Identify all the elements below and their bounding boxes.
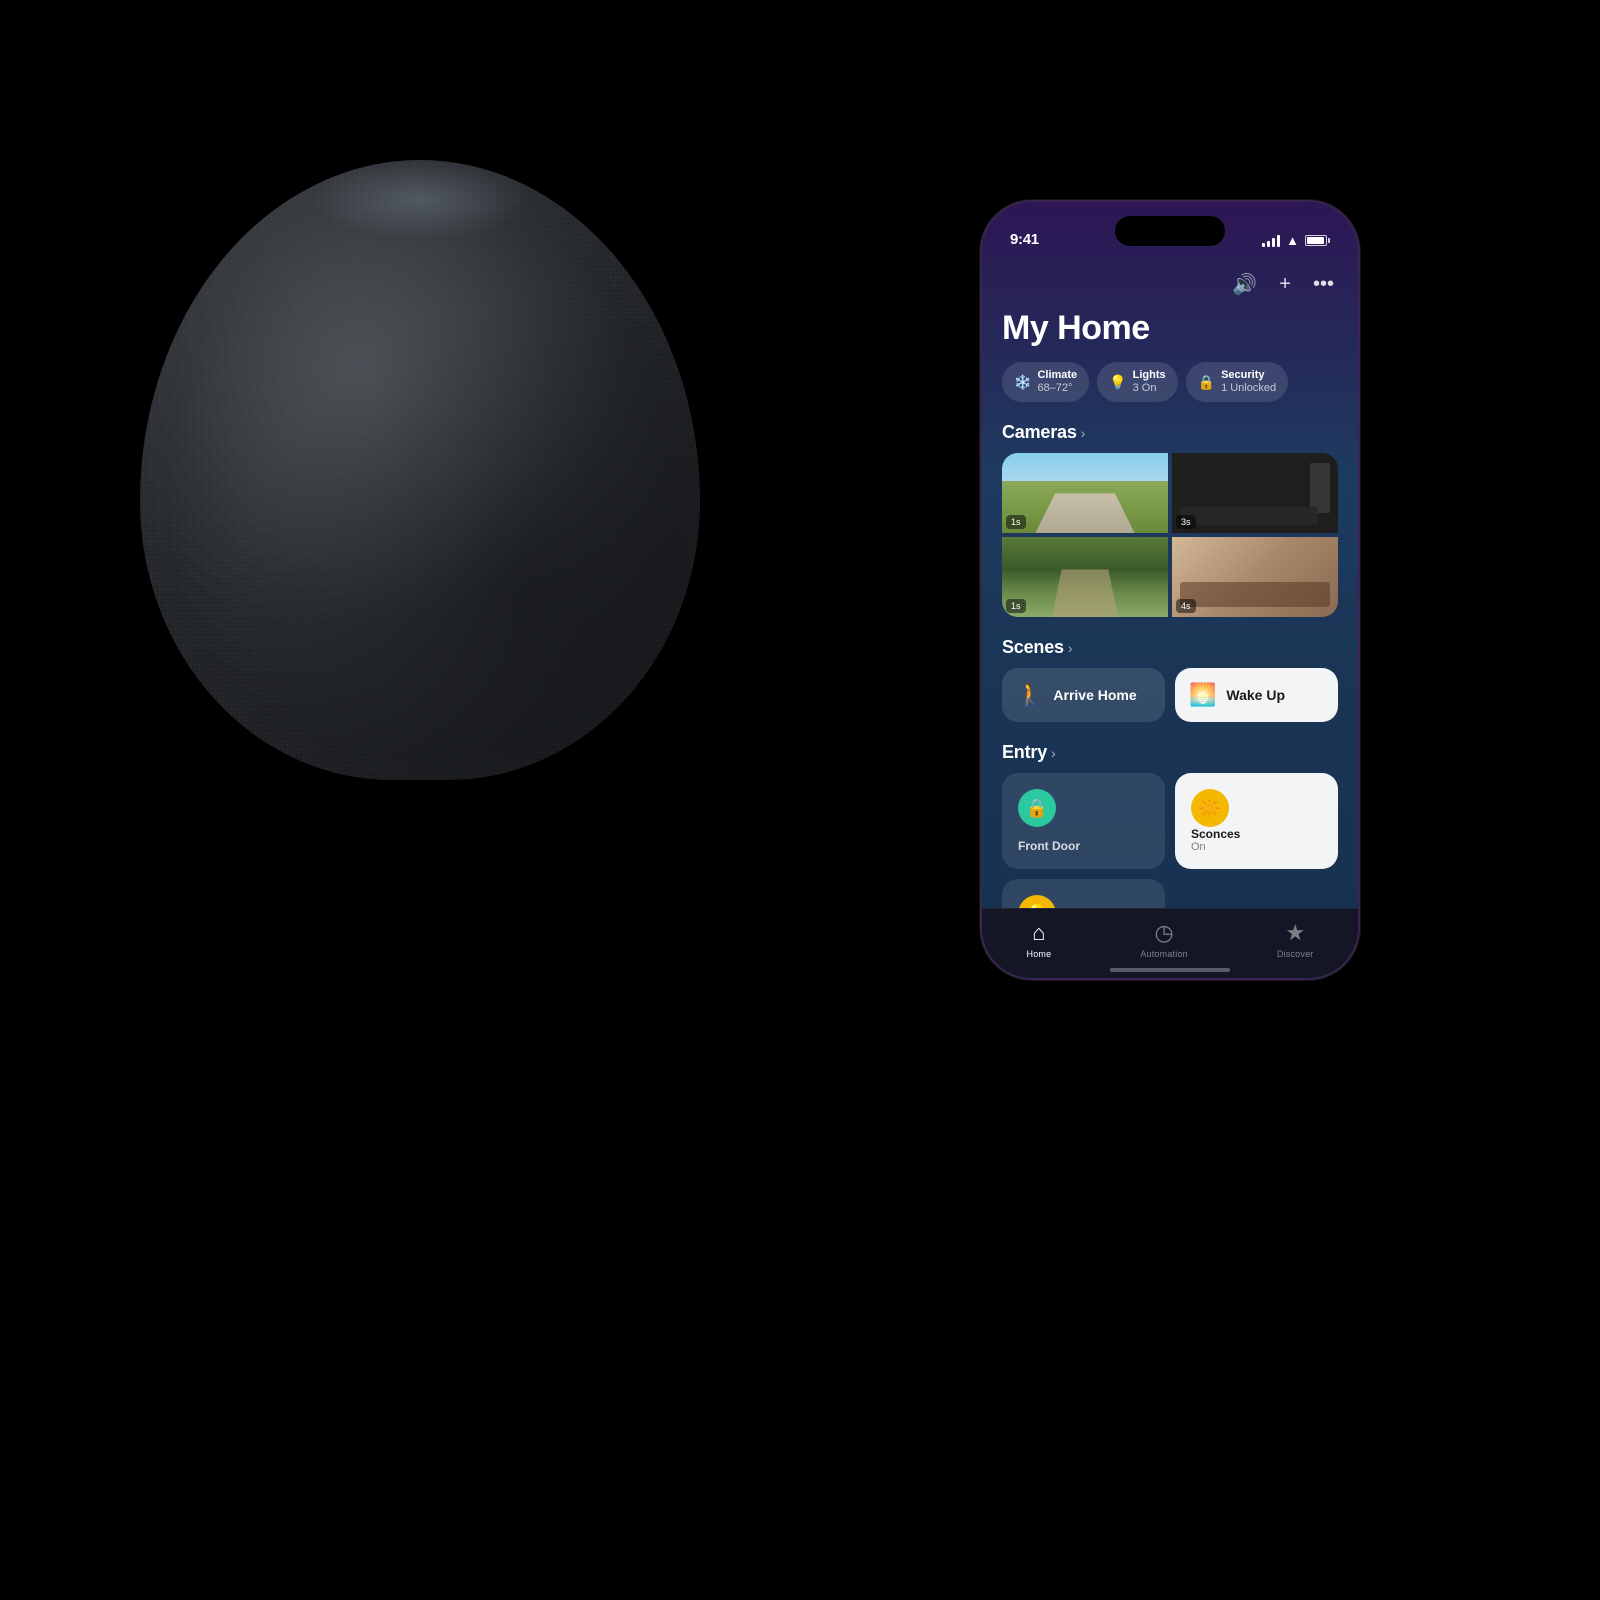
- dynamic-island: [1115, 216, 1225, 246]
- lights-value: 3 On: [1133, 382, 1166, 395]
- front-door-name: Front Door: [1018, 839, 1149, 853]
- sconces-cell[interactable]: 🔆 Sconces On: [1175, 773, 1338, 869]
- camera-cell-3[interactable]: 1s: [1002, 537, 1168, 617]
- cam2-overlay: 3s: [1172, 453, 1338, 533]
- battery-icon: [1305, 235, 1330, 246]
- home-nav-label: Home: [1027, 949, 1052, 959]
- homepod-mesh: [140, 160, 700, 780]
- chip-climate[interactable]: ❄️ Climate 68–72°: [1002, 362, 1089, 402]
- entry-arrow: ›: [1051, 745, 1056, 761]
- arrive-home-icon: 🚶: [1016, 682, 1043, 708]
- chip-lights-text: Lights 3 On: [1133, 369, 1166, 395]
- add-button[interactable]: +: [1275, 268, 1295, 301]
- camera-cell-4[interactable]: 4s: [1172, 537, 1338, 617]
- climate-value: 68–72°: [1037, 382, 1077, 395]
- chip-security[interactable]: 🔒 Security 1 Unlocked: [1186, 362, 1288, 402]
- cam4-label: 4s: [1176, 599, 1196, 613]
- nav-automation[interactable]: ◷ Automation: [1140, 920, 1188, 959]
- scenes-section-header[interactable]: Scenes ›: [1002, 637, 1338, 658]
- front-door-icon-bg: 🔒: [1018, 789, 1056, 827]
- overhead-icon-row: 💡: [1018, 895, 1149, 908]
- nav-home[interactable]: ⌂ Home: [1027, 920, 1052, 959]
- chip-security-text: Security 1 Unlocked: [1221, 369, 1276, 395]
- cameras-arrow: ›: [1081, 425, 1086, 441]
- homepod: [140, 160, 840, 960]
- cam1-label: 1s: [1006, 515, 1026, 529]
- status-time: 9:41: [1010, 231, 1039, 248]
- arrive-home-label: Arrive Home: [1053, 687, 1136, 703]
- cam2-label: 3s: [1176, 515, 1196, 529]
- cam4-overlay: 4s: [1172, 537, 1338, 617]
- climate-icon: ❄️: [1014, 374, 1031, 391]
- scroll-area[interactable]: 🔊 + ••• My Home ❄️ Climate 68–72°: [982, 256, 1358, 908]
- lights-icon: 💡: [1109, 374, 1126, 391]
- phone: 9:41 ▲: [980, 200, 1360, 980]
- discover-nav-icon: ★: [1285, 920, 1305, 946]
- header-actions: 🔊 + •••: [1002, 268, 1338, 301]
- chip-climate-text: Climate 68–72°: [1037, 369, 1077, 395]
- overhead-icon-bg: 💡: [1018, 895, 1056, 908]
- security-value: 1 Unlocked: [1221, 382, 1276, 395]
- climate-label: Climate: [1037, 369, 1077, 382]
- sconces-status: On: [1191, 841, 1322, 853]
- lights-label: Lights: [1133, 369, 1166, 382]
- camera-cell-2[interactable]: 3s: [1172, 453, 1338, 533]
- camera-grid: 1s 3s: [1002, 453, 1338, 617]
- sconces-name: Sconces: [1191, 827, 1322, 841]
- homepod-body: [140, 160, 700, 780]
- cameras-section-header[interactable]: Cameras ›: [1002, 422, 1338, 443]
- front-door-name-row: Front Door: [1018, 839, 1149, 853]
- wake-up-scene[interactable]: 🌅 Wake Up: [1175, 668, 1338, 722]
- overhead-cell[interactable]: 💡 Overhead: [1002, 879, 1165, 908]
- discover-nav-label: Discover: [1277, 949, 1314, 959]
- more-button[interactable]: •••: [1309, 268, 1338, 301]
- sconces-icon-row: 🔆: [1191, 789, 1322, 827]
- cam3-overlay: 1s: [1002, 537, 1168, 617]
- entry-grid: 🔒 Front Door 🔆: [1002, 773, 1338, 908]
- security-icon: 🔒: [1198, 374, 1215, 391]
- entry-title: Entry: [1002, 742, 1047, 763]
- automation-nav-icon: ◷: [1154, 920, 1173, 946]
- automation-nav-label: Automation: [1140, 949, 1188, 959]
- front-door-cell[interactable]: 🔒 Front Door: [1002, 773, 1165, 869]
- home-nav-icon: ⌂: [1032, 920, 1045, 946]
- cam1-overlay: 1s: [1002, 453, 1168, 533]
- cameras-title: Cameras: [1002, 422, 1077, 443]
- scenes-row: 🚶 Arrive Home 🌅 Wake Up: [1002, 668, 1338, 722]
- homepod-top: [310, 160, 530, 240]
- app-background: 9:41 ▲: [982, 202, 1358, 978]
- home-indicator: [1110, 968, 1230, 972]
- scenes-arrow: ›: [1068, 640, 1073, 656]
- sconces-name-row: Sconces On: [1191, 827, 1322, 853]
- wifi-icon: ▲: [1286, 233, 1299, 248]
- wake-up-icon: 🌅: [1189, 682, 1216, 708]
- cam3-label: 1s: [1006, 599, 1026, 613]
- entry-section: Entry › 🔒 Front Door: [1002, 742, 1338, 908]
- siri-button[interactable]: 🔊: [1228, 268, 1261, 301]
- security-label: Security: [1221, 369, 1276, 382]
- sconces-light-icon: 🔆: [1199, 798, 1221, 819]
- camera-cell-1[interactable]: 1s: [1002, 453, 1168, 533]
- home-title: My Home: [1002, 309, 1338, 348]
- front-door-lock-icon: 🔒: [1026, 798, 1048, 819]
- status-icons: ▲: [1262, 233, 1330, 248]
- wake-up-label: Wake Up: [1226, 687, 1285, 703]
- status-chips: ❄️ Climate 68–72° 💡 Lights 3 On: [1002, 362, 1338, 402]
- phone-frame: 9:41 ▲: [980, 200, 1360, 980]
- entry-section-header[interactable]: Entry ›: [1002, 742, 1338, 763]
- signal-icon: [1262, 235, 1280, 247]
- arrive-home-scene[interactable]: 🚶 Arrive Home: [1002, 668, 1165, 722]
- nav-discover[interactable]: ★ Discover: [1277, 920, 1314, 959]
- sconces-icon-bg: 🔆: [1191, 789, 1229, 827]
- front-door-icon-row: 🔒: [1018, 789, 1149, 827]
- chip-lights[interactable]: 💡 Lights 3 On: [1097, 362, 1177, 402]
- scenes-title: Scenes: [1002, 637, 1064, 658]
